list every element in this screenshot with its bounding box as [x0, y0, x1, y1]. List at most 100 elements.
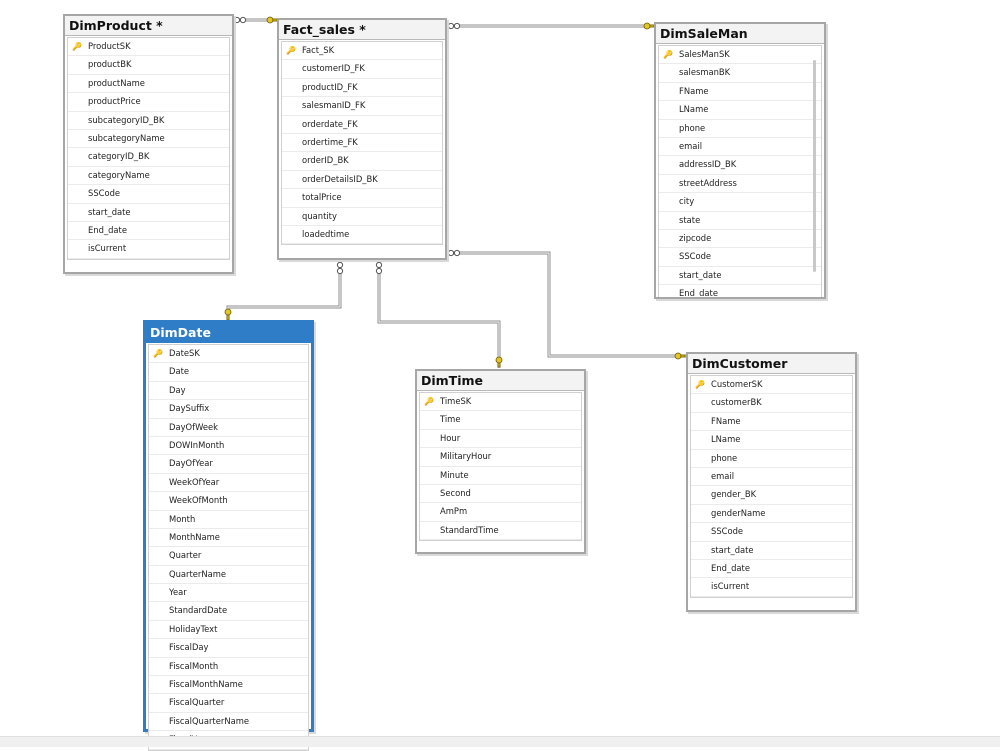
column-row[interactable]: Quarter — [149, 547, 308, 566]
column-row[interactable]: salesmanBK — [659, 64, 821, 83]
column-row[interactable]: salesmanID_FK — [282, 97, 442, 116]
column-row[interactable]: QuarterName — [149, 566, 308, 585]
column-row[interactable]: HolidayText — [149, 621, 308, 640]
column-row[interactable]: productName — [68, 75, 229, 94]
column-row[interactable]: FiscalMonthName — [149, 676, 308, 695]
column-name: Minute — [440, 469, 469, 480]
column-row[interactable]: start_date — [68, 204, 229, 222]
horizontal-scrollbar[interactable] — [0, 736, 1000, 747]
column-row[interactable]: city — [659, 193, 821, 212]
column-row[interactable]: addressID_BK — [659, 156, 821, 175]
column-name: email — [711, 470, 735, 481]
column-row[interactable]: subcategoryID_BK — [68, 112, 229, 130]
column-row[interactable]: End_date — [68, 222, 229, 241]
column-row[interactable]: orderDetailsID_BK — [282, 171, 442, 190]
column-row[interactable]: loadedtime — [282, 226, 442, 245]
column-row[interactable]: StandardTime — [420, 522, 581, 541]
column-row[interactable]: DaySuffix — [149, 400, 308, 419]
table-title[interactable]: DimDate — [146, 323, 311, 343]
primary-key-column[interactable]: 🔑 DateSK — [149, 345, 308, 364]
column-name: customerBK — [711, 397, 762, 408]
column-row[interactable]: ordertime_FK — [282, 134, 442, 153]
column-row[interactable]: Month — [149, 511, 308, 529]
table-title[interactable]: DimProduct * — [65, 16, 232, 36]
primary-key-column[interactable]: 🔑 CustomerSK — [691, 376, 852, 395]
column-row[interactable]: WeekOfYear — [149, 474, 308, 493]
column-row[interactable]: DayOfWeek — [149, 419, 308, 437]
column-row[interactable]: subcategoryName — [68, 130, 229, 149]
column-row[interactable]: FiscalQuarterName — [149, 713, 308, 732]
column-row[interactable]: SSCode — [659, 248, 821, 267]
scrollbar[interactable] — [813, 60, 816, 272]
column-row[interactable]: customerBK — [691, 394, 852, 413]
column-row[interactable]: End_date — [691, 560, 852, 579]
column-row[interactable]: zipcode — [659, 230, 821, 249]
table-title[interactable]: DimTime — [417, 371, 584, 391]
column-row[interactable]: customerID_FK — [282, 60, 442, 79]
column-row[interactable]: Year — [149, 584, 308, 603]
column-row[interactable]: quantity — [282, 208, 442, 226]
column-row[interactable]: MonthName — [149, 529, 308, 548]
column-row[interactable]: productBK — [68, 56, 229, 75]
column-row[interactable]: email — [691, 468, 852, 487]
column-row[interactable]: FiscalDay — [149, 639, 308, 658]
column-row[interactable]: productID_FK — [282, 79, 442, 98]
column-row[interactable]: Time — [420, 411, 581, 430]
column-row[interactable]: AmPm — [420, 503, 581, 522]
column-row[interactable]: FName — [659, 83, 821, 102]
column-row[interactable]: categoryID_BK — [68, 148, 229, 167]
column-row[interactable]: FiscalMonth — [149, 658, 308, 677]
column-row[interactable]: state — [659, 212, 821, 230]
column-row[interactable]: productPrice — [68, 93, 229, 112]
column-row[interactable]: Second — [420, 485, 581, 504]
column-row[interactable]: WeekOfMonth — [149, 492, 308, 511]
column-row[interactable]: Minute — [420, 467, 581, 485]
column-row[interactable]: SSCode — [68, 185, 229, 204]
column-name: Second — [440, 487, 471, 498]
table-title[interactable]: DimCustomer — [688, 354, 855, 374]
table-dim-customer[interactable]: DimCustomer 🔑 CustomerSK customerBK FName LN… — [686, 352, 857, 612]
column-row[interactable]: isCurrent — [68, 240, 229, 259]
column-row[interactable]: Date — [149, 363, 308, 382]
column-row[interactable]: email — [659, 138, 821, 157]
table-dim-saleman[interactable]: DimSaleMan 🔑 SalesManSK salesmanBK FName LNa… — [654, 22, 826, 299]
column-row[interactable]: streetAddress — [659, 175, 821, 194]
column-row[interactable]: End_date — [659, 285, 821, 297]
table-dim-product[interactable]: DimProduct * 🔑 ProductSK productBK productN… — [63, 14, 234, 274]
column-row[interactable]: FName — [691, 413, 852, 432]
column-row[interactable]: SSCode — [691, 523, 852, 542]
primary-key-column[interactable]: 🔑 ProductSK — [68, 38, 229, 57]
column-row[interactable]: start_date — [691, 542, 852, 560]
relation-fact-customer — [446, 251, 686, 358]
column-row[interactable]: StandardDate — [149, 602, 308, 621]
column-row[interactable]: genderName — [691, 505, 852, 524]
column-name: Month — [169, 513, 196, 524]
column-row[interactable]: categoryName — [68, 167, 229, 186]
column-row[interactable]: FiscalQuarter — [149, 694, 308, 713]
table-fact-sales[interactable]: Fact_sales * 🔑 Fact_SK customerID_FK produc… — [277, 18, 447, 260]
column-row[interactable]: orderID_BK — [282, 152, 442, 171]
primary-key-column[interactable]: 🔑 Fact_SK — [282, 42, 442, 61]
table-dim-date[interactable]: DimDate 🔑 DateSK Date Day DaySuffix DayOfWeek… — [143, 320, 314, 751]
column-row[interactable]: isCurrent — [691, 578, 852, 597]
column-name: start_date — [679, 269, 722, 280]
table-title[interactable]: DimSaleMan — [656, 24, 824, 44]
column-row[interactable]: Hour — [420, 430, 581, 449]
column-row[interactable]: DayOfYear — [149, 455, 308, 474]
table-dim-time[interactable]: DimTime 🔑 TimeSK Time Hour MilitaryHour Minut… — [415, 369, 586, 554]
column-row[interactable]: phone — [659, 120, 821, 138]
column-row[interactable]: totalPrice — [282, 189, 442, 208]
column-row[interactable]: orderdate_FK — [282, 116, 442, 134]
column-name: HolidayText — [169, 623, 218, 634]
column-row[interactable]: MilitaryHour — [420, 448, 581, 467]
column-row[interactable]: start_date — [659, 267, 821, 286]
table-title[interactable]: Fact_sales * — [279, 20, 445, 40]
column-row[interactable]: LName — [659, 101, 821, 120]
column-row[interactable]: gender_BK — [691, 486, 852, 505]
column-row[interactable]: phone — [691, 450, 852, 468]
primary-key-column[interactable]: 🔑 TimeSK — [420, 393, 581, 412]
primary-key-column[interactable]: 🔑 SalesManSK — [659, 46, 821, 65]
column-row[interactable]: DOWInMonth — [149, 437, 308, 456]
column-row[interactable]: Day — [149, 382, 308, 401]
column-row[interactable]: LName — [691, 431, 852, 450]
